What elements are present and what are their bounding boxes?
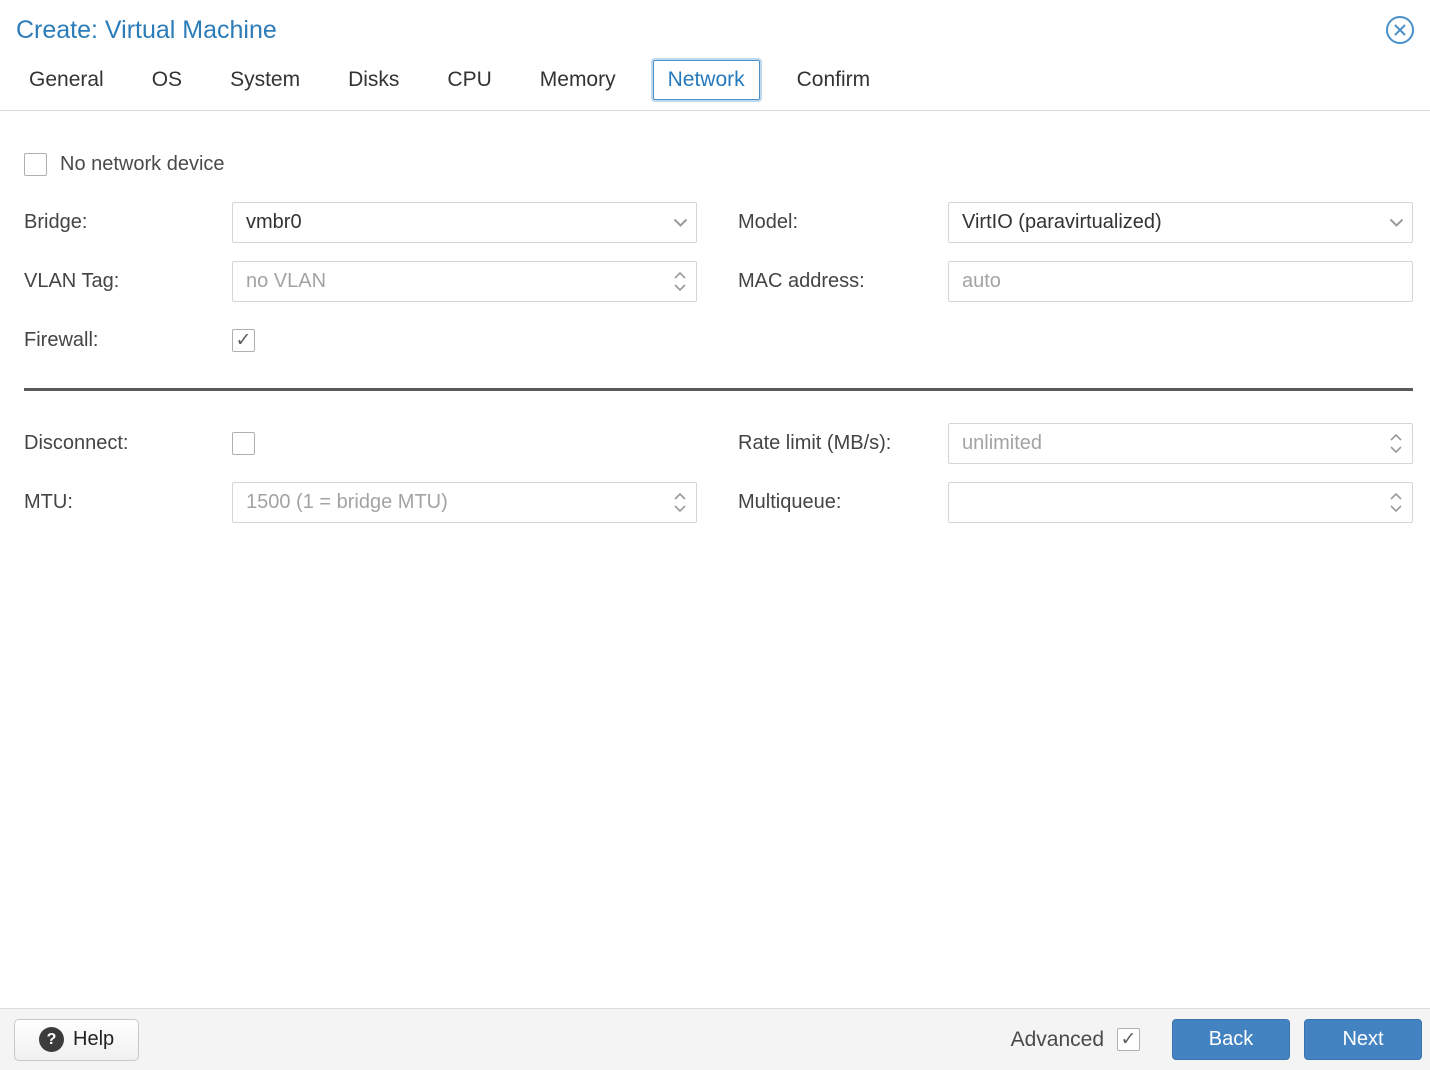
tab-os[interactable]: OS	[137, 60, 197, 100]
row-mtu-multiqueue: MTU: Multiqueue:	[24, 482, 1413, 523]
model-combo	[948, 202, 1413, 243]
multiqueue-spinner	[948, 482, 1413, 523]
mtu-label: MTU:	[24, 491, 73, 513]
advanced-checkbox[interactable]: ✓	[1117, 1028, 1140, 1051]
chevron-down-icon[interactable]	[1379, 202, 1413, 243]
help-button[interactable]: ? Help	[14, 1018, 140, 1061]
rate-limit-spinner	[948, 423, 1413, 464]
checkbox-mark: ✓	[1120, 1029, 1137, 1050]
tab-memory[interactable]: Memory	[525, 60, 631, 100]
mac-address-label: MAC address:	[738, 270, 865, 292]
mac-address-input[interactable]	[948, 261, 1413, 302]
mtu-input[interactable]	[232, 482, 697, 523]
row-bridge-model: Bridge: Model:	[24, 202, 1413, 243]
model-label: Model:	[738, 211, 799, 233]
spinner-up-down-icon[interactable]	[663, 482, 697, 523]
row-disconnect-ratelimit: Disconnect: Rate limit (MB/s):	[24, 423, 1413, 464]
multiqueue-input[interactable]	[948, 482, 1413, 523]
no-network-device-label: No network device	[60, 153, 225, 175]
checkbox-mark: ✓	[235, 329, 252, 351]
tab-disks[interactable]: Disks	[333, 60, 414, 100]
no-network-device-row: No network device	[24, 153, 1413, 176]
dialog-footer: ? Help Advanced ✓ Back Next	[0, 1008, 1430, 1070]
footer-actions: Advanced ✓ Back Next	[1011, 1019, 1422, 1060]
tab-bar: General OS System Disks CPU Memory Netwo…	[0, 54, 1430, 111]
rate-limit-label: Rate limit (MB/s):	[738, 432, 892, 454]
close-icon[interactable]	[1384, 14, 1416, 46]
section-divider	[24, 388, 1413, 391]
bridge-combo	[232, 202, 697, 243]
row-vlan-mac: VLAN Tag: MAC address:	[24, 261, 1413, 302]
model-input[interactable]	[948, 202, 1413, 243]
create-vm-dialog: Create: Virtual Machine General OS Syste…	[0, 0, 1430, 1070]
dialog-titlebar: Create: Virtual Machine	[0, 0, 1430, 54]
vlan-tag-label: VLAN Tag:	[24, 270, 120, 292]
network-form: No network device Bridge: Model: VLAN T	[0, 111, 1430, 1008]
tab-system[interactable]: System	[215, 60, 315, 100]
chevron-down-icon[interactable]	[663, 202, 697, 243]
spinner-up-down-icon[interactable]	[663, 261, 697, 302]
mac-address-field	[948, 261, 1413, 302]
tab-confirm[interactable]: Confirm	[782, 60, 886, 100]
rate-limit-input[interactable]	[948, 423, 1413, 464]
help-button-label: Help	[73, 1028, 115, 1050]
bridge-input[interactable]	[232, 202, 697, 243]
multiqueue-label: Multiqueue:	[738, 491, 842, 513]
next-button[interactable]: Next	[1304, 1019, 1422, 1060]
tab-general[interactable]: General	[14, 60, 119, 100]
question-mark-icon: ?	[39, 1027, 64, 1052]
disconnect-checkbox[interactable]	[232, 432, 255, 455]
bridge-label: Bridge:	[24, 211, 88, 233]
tab-network[interactable]: Network	[652, 60, 760, 100]
tab-cpu[interactable]: CPU	[432, 60, 506, 100]
firewall-checkbox[interactable]: ✓	[232, 328, 255, 352]
dialog-title: Create: Virtual Machine	[16, 15, 277, 44]
vlan-tag-spinner	[232, 261, 697, 302]
back-button[interactable]: Back	[1172, 1019, 1290, 1060]
no-network-device-checkbox[interactable]	[24, 153, 47, 176]
row-firewall: Firewall: ✓	[24, 320, 1413, 360]
disconnect-label: Disconnect:	[24, 432, 129, 454]
spinner-up-down-icon[interactable]	[1379, 423, 1413, 464]
mtu-spinner	[232, 482, 697, 523]
spinner-up-down-icon[interactable]	[1379, 482, 1413, 523]
advanced-label: Advanced	[1010, 1027, 1104, 1051]
vlan-tag-input[interactable]	[232, 261, 697, 302]
firewall-label: Firewall:	[24, 328, 99, 351]
